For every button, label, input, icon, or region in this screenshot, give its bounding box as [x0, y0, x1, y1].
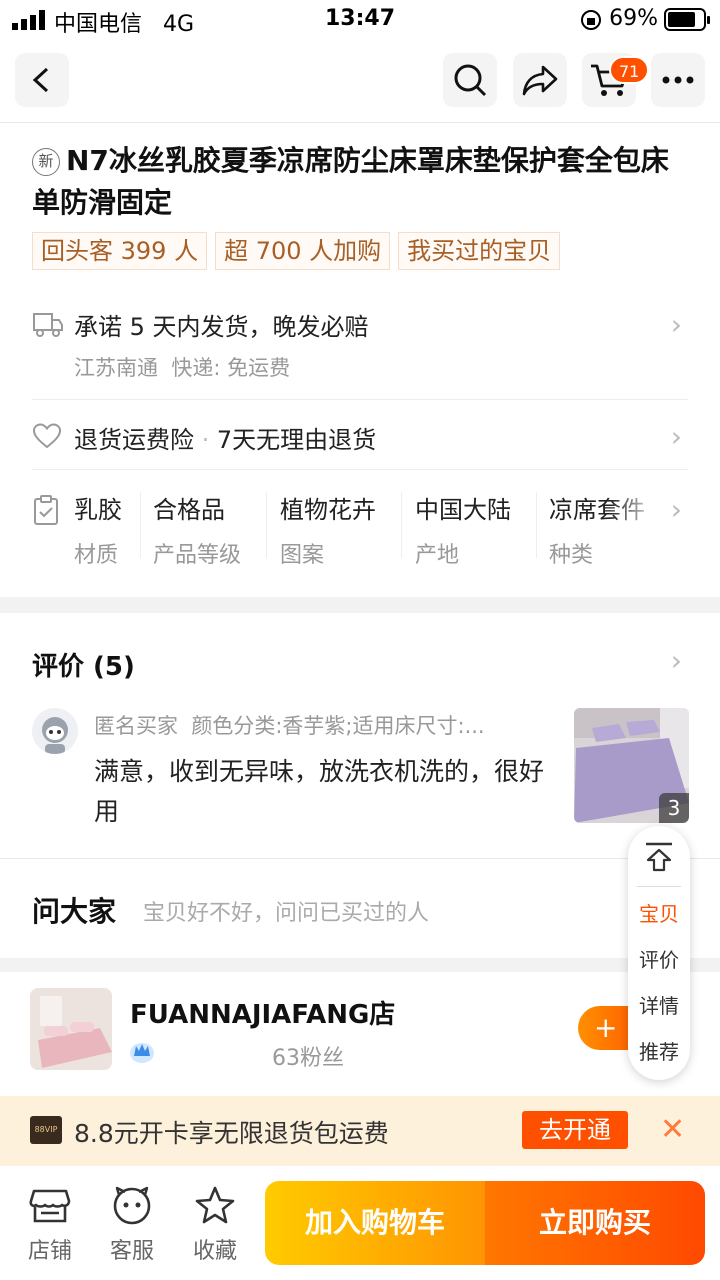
- customer-service-button[interactable]: 客服: [97, 1185, 167, 1265]
- chevron-right-icon[interactable]: ›: [671, 644, 682, 677]
- section-divider: [32, 469, 688, 470]
- float-nav-item-reviews[interactable]: 评价: [628, 944, 690, 973]
- status-bar: 中国电信 4G 13:47 69%: [0, 0, 720, 40]
- chevron-right-icon: ›: [670, 493, 682, 526]
- ask-title[interactable]: 问大家: [32, 890, 116, 930]
- tag-added-to-cart: 超 700 人加购: [215, 232, 391, 270]
- nav-divider: [0, 122, 720, 123]
- crown-icon: [130, 1043, 154, 1063]
- truck-icon: [33, 313, 63, 337]
- add-to-cart-button[interactable]: 加入购物车: [265, 1181, 485, 1265]
- back-icon: [32, 67, 49, 93]
- attribute-material: 乳胶 材质: [74, 496, 122, 568]
- shop-name[interactable]: FUANNAJIAFANG店: [130, 994, 395, 1031]
- cart-count-badge: 71: [609, 56, 650, 84]
- section-divider: [0, 858, 720, 859]
- attribute-origin: 中国大陆 产地: [415, 496, 511, 568]
- section-divider: [32, 399, 688, 400]
- review-meta: 匿名买家 颜色分类:香芋紫;适用床尺寸:...: [94, 714, 485, 738]
- vip-banner-text: 8.8元开卡享无限退货包运费: [74, 1119, 389, 1148]
- heart-icon: [32, 423, 62, 449]
- product-title: 新 N7冰丝乳胶夏季凉席防尘床罩床垫保护套全包床单防滑固定: [32, 140, 692, 224]
- back-to-top-icon[interactable]: [644, 842, 674, 872]
- share-button[interactable]: [513, 53, 567, 107]
- buy-now-button[interactable]: 立即购买: [485, 1181, 705, 1265]
- chevron-right-icon: ›: [670, 420, 682, 453]
- image-count-badge: 3: [659, 793, 689, 823]
- fade-overlay: [610, 486, 660, 526]
- attribute-separator: [140, 492, 141, 558]
- reviews-title[interactable]: 评价 (5): [32, 646, 135, 683]
- vip-activate-button[interactable]: 去开通: [522, 1111, 628, 1149]
- battery-icon: [664, 8, 710, 31]
- anonymous-avatar-icon: [42, 717, 68, 754]
- attribute-separator: [401, 492, 402, 558]
- review-text: 满意，收到无异味，放洗衣机洗的，很好用: [94, 757, 545, 826]
- product-tags: 回头客 399 人 超 700 人加购 我买过的宝贝: [32, 232, 561, 270]
- back-button[interactable]: [15, 53, 69, 107]
- tag-repeat-buyers: 回头客 399 人: [32, 232, 208, 270]
- float-nav-item-recommend[interactable]: 推荐: [628, 1036, 690, 1065]
- shop-logo-image: [30, 988, 112, 1070]
- chat-face-icon: [113, 1186, 151, 1225]
- new-badge: 新: [32, 148, 60, 176]
- tag-purchased-before[interactable]: 我买过的宝贝: [398, 232, 561, 270]
- review-image[interactable]: 3: [574, 708, 689, 823]
- vip-logo: 88VIP: [30, 1116, 62, 1144]
- favorite-button[interactable]: 收藏: [180, 1185, 250, 1265]
- chevron-right-icon: ›: [670, 308, 682, 341]
- section-gap: [0, 958, 720, 972]
- share-icon: [522, 65, 558, 96]
- returns-info: 退货运费险 · 7天无理由退货: [74, 426, 377, 454]
- attribute-separator: [266, 492, 267, 558]
- shipping-details: 江苏南通 快递: 免运费: [74, 356, 291, 380]
- float-nav-item-product[interactable]: 宝贝: [628, 898, 690, 927]
- more-icon: [662, 76, 694, 84]
- search-icon: [454, 64, 487, 97]
- attribute-separator: [536, 492, 537, 558]
- ask-hint[interactable]: 宝贝好不好，问问已买过的人: [143, 895, 429, 927]
- star-icon: [195, 1186, 235, 1224]
- float-nav-divider: [637, 886, 681, 887]
- product-title-text: N7冰丝乳胶夏季凉席防尘床罩床垫保护套全包床单防滑固定: [32, 144, 669, 219]
- rotation-lock-icon: [581, 10, 601, 30]
- section-gap: [0, 597, 720, 613]
- store-icon: [29, 1189, 71, 1223]
- close-icon[interactable]: ✕: [660, 1112, 685, 1147]
- avatar: [32, 708, 78, 754]
- clipboard-icon: [34, 495, 58, 525]
- search-button[interactable]: [443, 53, 497, 107]
- shipping-promise: 承诺 5 天内发货，晚发必赔: [74, 313, 369, 341]
- battery-percent: 69%: [609, 6, 658, 31]
- attribute-grade: 合格品 产品等级: [153, 496, 242, 568]
- more-button[interactable]: [651, 53, 705, 107]
- float-nav-item-details[interactable]: 详情: [628, 990, 690, 1019]
- floating-section-nav: 宝贝 评价 详情 推荐: [628, 826, 690, 1080]
- attribute-pattern: 植物花卉 图案: [280, 496, 376, 568]
- shop-fans: 63粉丝: [272, 1046, 344, 1071]
- shop-logo[interactable]: [30, 988, 112, 1070]
- shop-button[interactable]: 店铺: [15, 1185, 85, 1265]
